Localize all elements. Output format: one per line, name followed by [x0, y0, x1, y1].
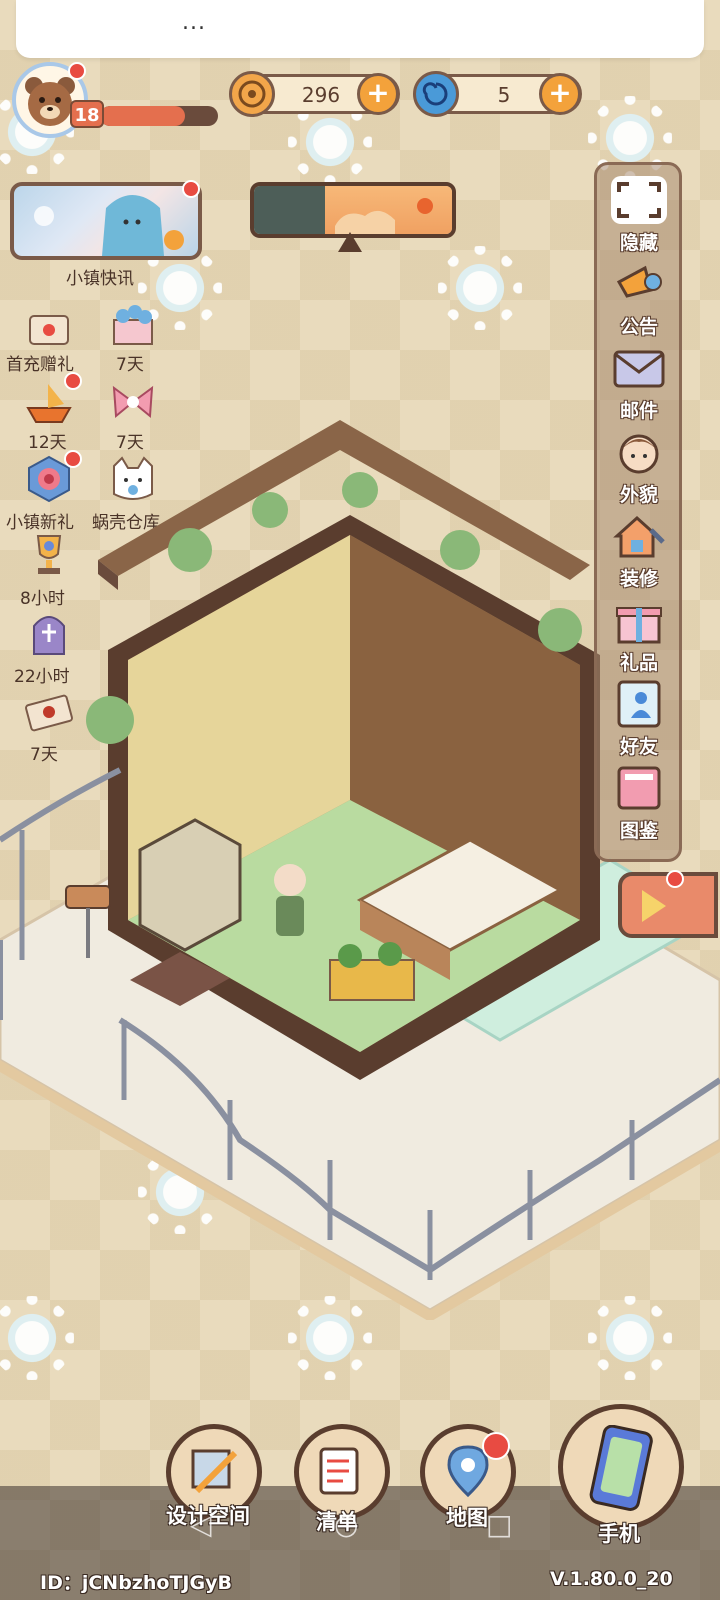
phone-label: 手机	[598, 1522, 640, 1546]
first-recharge-label: 首充赠礼	[6, 355, 74, 375]
face-icon	[619, 434, 659, 474]
frame-corners-icon	[611, 176, 667, 224]
sun-cloud-icon	[335, 198, 434, 234]
add-coins-button[interactable]: +	[357, 73, 399, 115]
megaphone-icon	[616, 265, 662, 298]
back-nav-icon[interactable]: ◁	[190, 1508, 212, 1541]
sidebar-item-label: 图鉴	[619, 820, 658, 842]
night-segment	[254, 186, 326, 234]
sidebar-item-friends[interactable]: 好友	[598, 676, 680, 758]
phone-icon	[589, 1425, 653, 1511]
gem-amount: 5	[497, 83, 511, 107]
sun-decoration-icon	[438, 246, 522, 330]
town-news-banner[interactable]	[10, 182, 202, 260]
checklist-quill-icon	[319, 1447, 359, 1495]
house-wrench-icon	[613, 515, 665, 558]
sidebar-item-label: 好友	[619, 736, 658, 758]
home-nav-icon[interactable]: ○	[334, 1508, 358, 1541]
sidebar-item-label: 装修	[619, 568, 658, 590]
blue-flower-box-icon	[113, 305, 153, 345]
day-night-indicator	[250, 182, 456, 238]
news-girl-illustration	[34, 195, 184, 256]
player-id-text: ID：jCNbzhoTJGyB	[40, 1572, 232, 1594]
ruler-pencil-icon	[191, 1449, 238, 1494]
more-menu-icon[interactable]: ...	[182, 10, 206, 35]
news-notification-dot	[182, 180, 200, 198]
sidebar-item-label: 邮件	[619, 400, 658, 422]
swirl-gem-icon	[413, 71, 459, 117]
xp-progress-bar	[100, 106, 218, 126]
sidebar-item-collection[interactable]: 图鉴	[598, 760, 680, 842]
event-7d-a-label: 7天	[116, 355, 144, 375]
recents-nav-icon[interactable]: □	[486, 1508, 512, 1541]
sidebar-item-mail[interactable]: 邮件	[598, 340, 680, 422]
sidebar-item-hide[interactable]: 隐藏	[598, 172, 680, 254]
map-label: 地图	[446, 1506, 488, 1530]
gift-box-icon	[616, 607, 662, 644]
avatar-notification-dot	[68, 62, 86, 80]
sidebar-item-label: 公告	[619, 316, 658, 338]
coin-icon	[229, 71, 275, 117]
xp-progress-fill	[100, 106, 185, 126]
book-icon	[617, 766, 661, 810]
envelope-gift-icon	[29, 315, 69, 345]
town-news-label: 小镇快讯	[66, 269, 134, 289]
sidebar-item-label: 礼品	[619, 652, 658, 674]
sidebar-item-gift[interactable]: 礼品	[598, 592, 680, 674]
top-status-bar: ...	[16, 0, 704, 58]
sidebar-item-decorate[interactable]: 装修	[598, 508, 680, 590]
play-arrow-icon	[642, 890, 666, 922]
mail-icon	[613, 350, 665, 388]
gem-counter: 5 +	[413, 71, 582, 117]
map-notification-dot	[482, 1432, 510, 1460]
add-gems-button[interactable]: +	[539, 73, 581, 115]
coin-amount: 296	[301, 83, 341, 107]
sidebar-item-label: 隐藏	[619, 232, 658, 254]
version-text: V.1.80.0_20	[550, 1568, 673, 1590]
day-segment	[325, 186, 452, 234]
sidebar-item-label: 外貌	[619, 484, 658, 506]
friend-card-icon	[617, 680, 661, 728]
sidebar-item-notice[interactable]: 公告	[598, 256, 680, 338]
level-badge: 18	[70, 100, 104, 128]
phone-button[interactable]	[558, 1404, 684, 1530]
expand-notification-dot	[666, 870, 684, 888]
coin-counter: 296 +	[229, 71, 400, 117]
time-pointer-icon	[338, 232, 362, 252]
sidebar-item-appearance[interactable]: 外貌	[598, 424, 680, 506]
